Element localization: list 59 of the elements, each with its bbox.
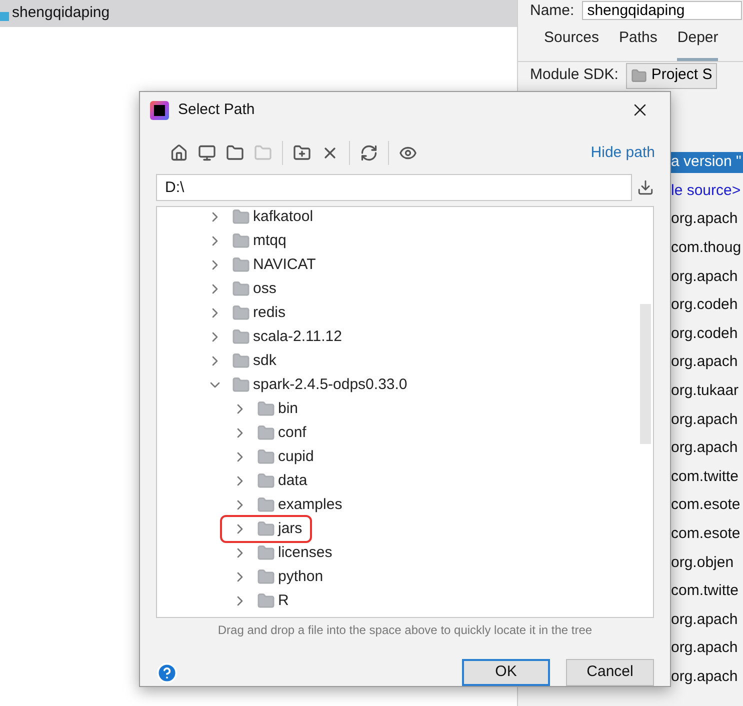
app-logo-icon bbox=[150, 100, 169, 120]
tab[interactable]: Sources bbox=[544, 26, 600, 61]
folder-icon bbox=[257, 568, 275, 586]
folder-icon bbox=[232, 304, 250, 322]
path-field[interactable]: D:\ bbox=[156, 174, 632, 202]
folder-icon bbox=[232, 352, 250, 370]
folder-name[interactable]: spark-2.4.5-odps0.33.0 bbox=[253, 374, 408, 397]
folder-icon[interactable] bbox=[226, 144, 244, 162]
folder-name[interactable]: licenses bbox=[278, 542, 332, 565]
hide-path-link[interactable]: Hide path bbox=[590, 142, 655, 165]
folder-icon bbox=[257, 544, 275, 562]
monitor-icon[interactable] bbox=[198, 144, 216, 162]
hint-text: Drag and drop a file into the space above to quickly locate it in the tree bbox=[216, 622, 594, 640]
name-label: Name: bbox=[530, 2, 574, 18]
folder-icon bbox=[232, 376, 250, 394]
cancel-button[interactable]: Cancel bbox=[566, 659, 654, 686]
folder-icon bbox=[232, 280, 250, 298]
project-tree-row[interactable]: shengqidaping bbox=[0, 0, 517, 27]
folder-icon bbox=[257, 424, 275, 442]
folder-name[interactable]: examples bbox=[278, 494, 342, 517]
folder-name[interactable]: R bbox=[278, 590, 289, 613]
folder-name[interactable]: kafkatool bbox=[253, 207, 314, 229]
folder-plus-icon[interactable] bbox=[293, 144, 311, 162]
folder-icon bbox=[257, 400, 275, 418]
folder-name[interactable]: NAVICAT bbox=[253, 254, 316, 277]
folder-icon bbox=[257, 592, 275, 610]
folder-icon bbox=[257, 472, 275, 490]
folder-icon bbox=[257, 496, 275, 514]
folder-name[interactable]: bin bbox=[278, 398, 298, 421]
scrollbar-thumb[interactable] bbox=[640, 304, 651, 444]
module-icon bbox=[0, 12, 9, 21]
download-icon[interactable] bbox=[637, 179, 654, 196]
ok-button[interactable]: OK bbox=[462, 659, 550, 686]
folder-name[interactable]: data bbox=[278, 470, 308, 493]
folder-name[interactable]: conf bbox=[278, 422, 306, 445]
refresh-icon[interactable] bbox=[360, 144, 378, 162]
folder-name[interactable]: scala-2.11.12 bbox=[253, 326, 342, 349]
tab[interactable]: Paths bbox=[619, 26, 658, 61]
folder-name[interactable]: python bbox=[278, 566, 324, 589]
folder-icon bbox=[631, 68, 648, 84]
help-icon[interactable] bbox=[156, 662, 178, 684]
folder-icon bbox=[257, 520, 275, 538]
folder-icon bbox=[257, 448, 275, 466]
folder-icon bbox=[232, 208, 250, 226]
folder-icon bbox=[232, 232, 250, 250]
folder-icon bbox=[232, 256, 250, 274]
folder-name[interactable]: cupid bbox=[278, 446, 314, 469]
folder-icon bbox=[232, 328, 250, 346]
module-sdk-label: Module SDK: bbox=[530, 65, 618, 86]
home-icon[interactable] bbox=[170, 144, 188, 162]
name-field[interactable]: shengqidaping bbox=[582, 0, 742, 20]
folder-name[interactable]: oss bbox=[253, 278, 276, 301]
dialog-title: Select Path bbox=[178, 100, 255, 120]
folder-name[interactable]: redis bbox=[253, 302, 286, 325]
module-name: shengqidaping bbox=[12, 3, 110, 24]
folder-name[interactable]: mtqq bbox=[253, 230, 286, 253]
sdk-dropdown[interactable]: Project S bbox=[626, 62, 718, 88]
folder-name[interactable]: sdk bbox=[253, 350, 276, 373]
folder-name[interactable]: jars bbox=[278, 518, 302, 541]
